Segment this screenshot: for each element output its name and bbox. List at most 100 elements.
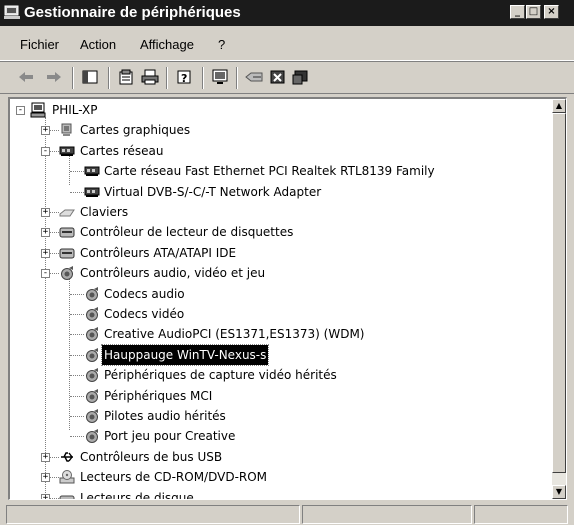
tree-root[interactable]: - PHIL-XP xyxy=(10,100,556,120)
sound-device-icon xyxy=(86,327,98,342)
tree-device[interactable]: Codecs audio xyxy=(10,284,556,304)
tree-connector xyxy=(50,212,59,213)
menu-help[interactable]: ? xyxy=(218,37,225,52)
menu-bar: Fichier Action Affichage ? xyxy=(0,28,574,61)
vertical-scrollbar[interactable]: ▲ ▼ xyxy=(552,99,566,499)
console-tree-icon[interactable] xyxy=(80,67,100,87)
tree-item-label: Claviers xyxy=(80,205,129,219)
tree-device[interactable]: Périphériques de capture vidéo hérités xyxy=(10,365,556,385)
print-icon[interactable] xyxy=(140,67,160,87)
tree-category[interactable]: + Cartes graphiques xyxy=(10,120,556,140)
tree-item-label: Port jeu pour Creative xyxy=(104,429,236,444)
tree-device[interactable]: Port jeu pour Creative xyxy=(10,426,556,446)
collapse-toggle[interactable]: - xyxy=(41,269,50,279)
tree-category[interactable]: + Lecteurs de disque xyxy=(10,488,556,499)
menu-affichage[interactable]: Affichage xyxy=(140,37,194,52)
minimize-button[interactable]: _ xyxy=(510,5,525,19)
tree-connector xyxy=(70,436,84,438)
forward-arrow-icon[interactable] xyxy=(44,67,64,87)
tree-category[interactable]: + Contrôleurs ATA/ATAPI IDE xyxy=(10,243,556,263)
tree-connector xyxy=(70,334,84,336)
toolbar-separator xyxy=(202,67,204,89)
tree-device[interactable]: Carte réseau Fast Ethernet PCI Realtek R… xyxy=(10,161,556,181)
scroll-thumb[interactable] xyxy=(552,113,566,473)
tree-item-label: Contrôleurs de bus USB xyxy=(80,449,223,464)
tree-device[interactable]: Virtual DVB-S/-C/-T Network Adapter xyxy=(10,182,556,202)
menu-action[interactable]: Action xyxy=(80,37,116,52)
tree-item-label: Périphériques MCI xyxy=(104,388,213,403)
tree-item-label: PHIL-XP xyxy=(52,103,98,117)
tree-connector xyxy=(50,497,59,499)
expand-toggle[interactable]: + xyxy=(41,248,50,258)
expand-toggle[interactable]: + xyxy=(41,208,50,217)
status-bar xyxy=(0,503,574,525)
tree-category[interactable]: + Contrôleurs de bus USB xyxy=(10,447,556,467)
tree-item-label: Codecs audio xyxy=(104,286,185,301)
tree-device[interactable]: Codecs vidéo xyxy=(10,304,556,324)
tree-item-label: Cartes graphiques xyxy=(80,123,191,138)
expand-toggle[interactable]: + xyxy=(41,126,50,136)
tree-device[interactable]: Creative AudioPCI (ES1371,ES1373) (WDM) xyxy=(10,324,556,344)
ide-controller-icon xyxy=(59,248,75,259)
tree-device[interactable]: Hauppauge WinTV-Nexus-s xyxy=(10,343,556,366)
sound-device-icon xyxy=(86,409,98,423)
tree-item-label: Périphériques de capture vidéo hérités xyxy=(104,368,337,383)
properties-icon[interactable] xyxy=(116,67,136,87)
tree-connector xyxy=(70,171,84,173)
collapse-toggle[interactable]: - xyxy=(16,106,25,115)
tree-connector xyxy=(50,130,59,132)
collapse-toggle[interactable]: - xyxy=(41,146,50,156)
scan-hardware-icon[interactable] xyxy=(210,67,230,87)
tree-device[interactable]: Pilotes audio hérités xyxy=(10,406,556,426)
expand-toggle[interactable]: + xyxy=(41,452,50,462)
back-arrow-icon[interactable] xyxy=(16,67,36,87)
tree-connector xyxy=(70,293,84,295)
scroll-down-button[interactable]: ▼ xyxy=(552,485,566,499)
tree-connector xyxy=(50,232,59,234)
toolbar-separator xyxy=(166,67,168,89)
title-bar: Gestionnaire de périphériques _ □ × xyxy=(0,0,574,26)
tree-item-label: Lecteurs de CD-ROM/DVD-ROM xyxy=(80,470,268,485)
maximize-button[interactable]: □ xyxy=(526,5,541,19)
status-panel-2 xyxy=(302,505,472,524)
tree-connector xyxy=(50,456,59,458)
tree-category[interactable]: + Contrôleur de lecteur de disquettes xyxy=(10,222,556,242)
sound-device-icon xyxy=(86,429,98,444)
status-panel-3 xyxy=(474,505,568,524)
sound-device-icon xyxy=(86,307,98,321)
tree-device[interactable]: Périphériques MCI xyxy=(10,386,556,406)
disable-device-icon[interactable] xyxy=(290,67,310,87)
device-tree-pane: - PHIL-XP + Cartes graphiques - Cartes réseau… xyxy=(8,97,567,500)
scroll-up-button[interactable]: ▲ xyxy=(552,99,566,113)
tree-item-label: Virtual DVB-S/-C/-T Network Adapter xyxy=(104,184,322,199)
toolbar-separator xyxy=(108,67,110,89)
display-adapter-icon xyxy=(61,123,72,137)
help-icon[interactable]: ? xyxy=(174,67,194,87)
menu-fichier[interactable]: Fichier xyxy=(20,37,59,52)
expand-toggle[interactable]: + xyxy=(41,473,50,483)
tree-category[interactable]: + Lecteurs de CD-ROM/DVD-ROM xyxy=(10,467,556,487)
tree-category[interactable]: - Cartes réseau xyxy=(10,141,556,161)
tree-item-label: Creative AudioPCI (ES1371,ES1373) (WDM) xyxy=(104,327,365,342)
toolbar-separator xyxy=(236,67,238,89)
uninstall-icon[interactable] xyxy=(268,67,288,87)
tree-item-label: Contrôleurs ATA/ATAPI IDE xyxy=(80,245,237,260)
toolbar: ? xyxy=(0,61,574,94)
tree-connector xyxy=(70,416,84,417)
sound-device-icon xyxy=(86,388,98,403)
tree-connector xyxy=(50,273,59,275)
expand-toggle[interactable]: + xyxy=(41,493,50,499)
tree-category[interactable]: - Contrôleurs audio, vidéo et jeu xyxy=(10,263,556,283)
tree-item-label: Pilotes audio hérités xyxy=(104,409,226,423)
window-title: Gestionnaire de périphériques xyxy=(24,4,241,21)
network-card-icon xyxy=(84,187,100,197)
computer-icon xyxy=(30,102,46,118)
update-driver-icon[interactable] xyxy=(244,67,264,87)
tree-connector xyxy=(70,191,84,193)
close-button[interactable]: × xyxy=(544,5,559,19)
tree-item-label: Contrôleurs audio, vidéo et jeu xyxy=(80,266,266,281)
tree-category[interactable]: + Claviers xyxy=(10,202,556,222)
expand-toggle[interactable]: + xyxy=(41,228,50,238)
device-manager-icon xyxy=(4,5,20,19)
tree-connector xyxy=(50,252,59,254)
